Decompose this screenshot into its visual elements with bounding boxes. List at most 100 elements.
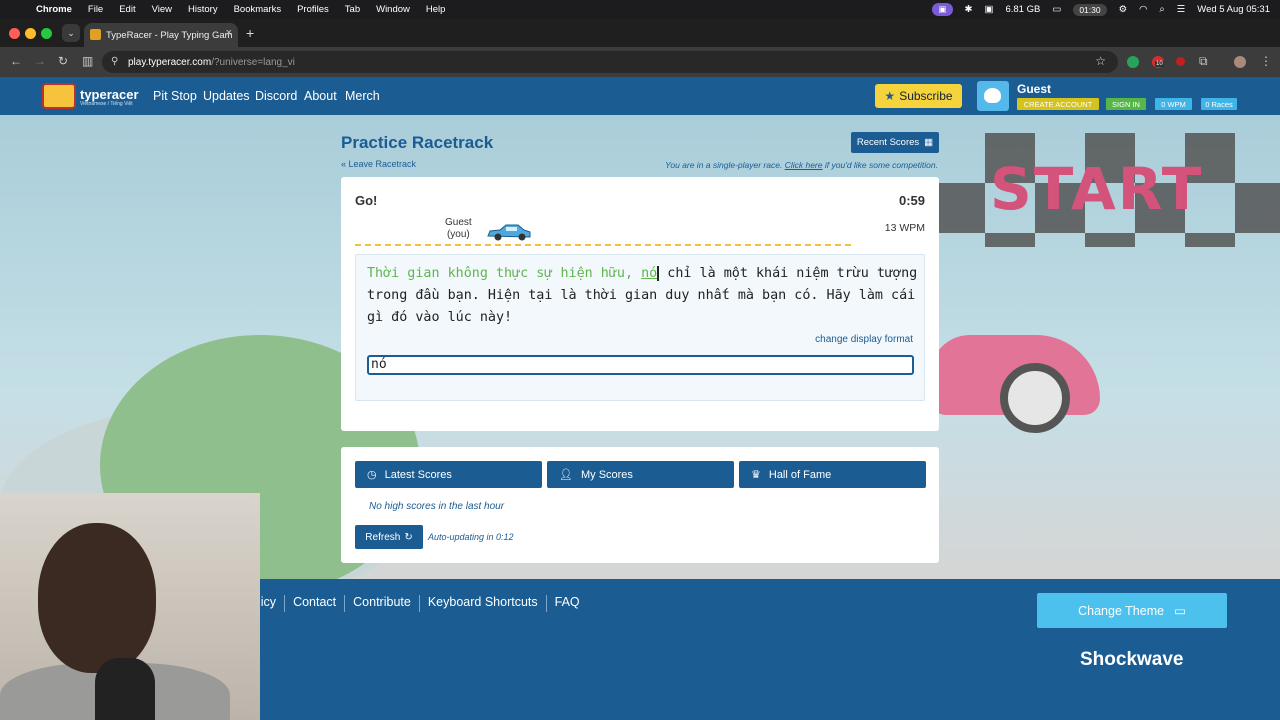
clock-icon: ◷ (367, 469, 377, 481)
typing-input[interactable]: nó (367, 355, 914, 375)
menu-view[interactable]: View (152, 4, 172, 15)
browser-tab-typeracer[interactable]: TypeRacer - Play Typing Gam × (84, 23, 238, 47)
tab-hall-of-fame[interactable]: ♛ Hall of Fame (739, 461, 926, 488)
tab-hall-of-fame-label: Hall of Fame (768, 468, 832, 481)
menu-help[interactable]: Help (426, 4, 446, 15)
timer-pill[interactable]: 01:30 (1073, 3, 1107, 16)
tab-title: TypeRacer - Play Typing Gam (106, 29, 233, 41)
search-icon[interactable]: ⌕ (1159, 4, 1164, 15)
address-bar[interactable]: ⚲ play.typeracer.com/?universe=lang_vi ☆ (102, 51, 1118, 73)
url-path: /?universe=lang_vi (211, 56, 295, 68)
tab-latest-scores[interactable]: ◷ Latest Scores (355, 461, 542, 488)
no-scores-message: No high scores in the last hour (369, 501, 505, 512)
logo-text[interactable]: typeracer (80, 87, 139, 102)
guest-username[interactable]: Guest (1017, 82, 1051, 96)
monitor-icon: ▭ (1174, 604, 1186, 618)
racer-label: Guest (you) (445, 217, 472, 240)
browser-tabstrip: ⌄ TypeRacer - Play Typing Gam × + (0, 19, 1280, 47)
reload-icon[interactable]: ↻ (58, 54, 68, 68)
tab-latest-scores-label: Latest Scores (384, 468, 452, 481)
nav-updates[interactable]: Updates (203, 89, 250, 103)
new-tab-icon[interactable]: + (246, 25, 254, 41)
page-title: Practice Racetrack (341, 133, 494, 152)
change-display-format-link[interactable]: change display format (815, 334, 913, 345)
race-passage: Thời gian không thực sự hiện hữu, nó chỉ… (367, 263, 919, 329)
control-center-icon[interactable]: ☰ (1177, 4, 1186, 15)
leave-racetrack-link[interactable]: « Leave Racetrack (341, 159, 416, 169)
typeracer-logo-icon[interactable] (42, 83, 76, 109)
webcam-person-face (38, 523, 156, 673)
racer-car-icon (487, 224, 531, 241)
star-icon: ★ (884, 89, 896, 103)
typeracer-favicon-icon (90, 29, 101, 40)
menu-file[interactable]: File (88, 4, 103, 15)
competition-link[interactable]: Click here (785, 160, 823, 170)
menu-app-name[interactable]: Chrome (36, 4, 72, 15)
guest-avatar[interactable] (977, 81, 1009, 111)
background-car-wheel (1000, 363, 1070, 433)
race-status: Go! (355, 193, 378, 208)
typing-panel: Thời gian không thực sự hiện hữu, nó chỉ… (355, 254, 925, 401)
race-panel: Go! 0:59 Guest (you) 13 WPM Thời gian kh… (341, 177, 939, 431)
scores-panel: ◷ Latest Scores 👤︎ My Scores ♛ Hall of F… (341, 447, 939, 563)
bookmark-star-icon[interactable]: ☆ (1095, 54, 1106, 68)
refresh-label: Refresh (365, 531, 401, 543)
footer-divider (545, 595, 547, 612)
footer-links: licy Contact Contribute Keyboard Shortcu… (258, 595, 580, 612)
change-theme-button[interactable]: Change Theme ▭ (1037, 593, 1227, 628)
profile-avatar-icon[interactable] (1234, 56, 1246, 68)
footer-divider (344, 595, 346, 612)
extensions-puzzle-icon[interactable]: ⧉ (1199, 54, 1208, 69)
race-wpm: 13 WPM (884, 222, 925, 234)
wifi-icon[interactable]: ◠ (1139, 4, 1147, 15)
footer-link-contact[interactable]: Contact (293, 595, 336, 612)
sign-in-button[interactable]: SIGN IN (1106, 98, 1146, 110)
tab-search-icon[interactable]: ⌄ (62, 24, 80, 42)
screen-record-icon[interactable]: ▣ (932, 3, 953, 16)
menu-window[interactable]: Window (376, 4, 410, 15)
tab-my-scores[interactable]: 👤︎ My Scores (547, 461, 734, 488)
menu-profiles[interactable]: Profiles (297, 4, 329, 15)
tab-my-scores-label: My Scores (580, 468, 633, 481)
memory-icon: ▣ (984, 4, 994, 15)
footer-link-contribute[interactable]: Contribute (353, 595, 411, 612)
footer-link-faq[interactable]: FAQ (555, 595, 580, 612)
bluetooth-icon[interactable]: ✱ (965, 4, 973, 15)
nav-discord[interactable]: Discord (255, 89, 297, 103)
memory-readout[interactable]: 6.81 GB (1005, 4, 1040, 15)
close-tab-icon[interactable]: × (226, 27, 232, 39)
footer-divider (284, 595, 286, 612)
subscribe-button[interactable]: ★ Subscribe (875, 84, 962, 108)
recent-scores-button[interactable]: Recent Scores ▦ (851, 132, 939, 153)
close-window-button[interactable] (9, 28, 20, 39)
race-track-line (355, 244, 851, 246)
browser-toolbar: ← → ↻ ▥ ⚲ play.typeracer.com/?universe=l… (0, 47, 1280, 77)
site-info-icon[interactable]: ⚲ (111, 56, 118, 67)
maximize-window-button[interactable] (41, 28, 52, 39)
clock[interactable]: Wed 5 Aug 05:31 (1197, 4, 1270, 15)
url-host: play.typeracer.com (128, 56, 212, 68)
minimize-window-button[interactable] (25, 28, 36, 39)
nav-pit-stop[interactable]: Pit Stop (153, 89, 197, 103)
recording-extension-icon[interactable] (1176, 57, 1185, 66)
battery-icon[interactable]: ▭ (1052, 4, 1061, 15)
sidebar-icon[interactable]: ▥ (82, 54, 93, 68)
nav-merch[interactable]: Merch (345, 89, 380, 103)
forward-icon[interactable]: → (34, 54, 46, 68)
subscribe-label: Subscribe (899, 89, 953, 103)
create-account-button[interactable]: CREATE ACCOUNT (1017, 98, 1099, 110)
menu-edit[interactable]: Edit (119, 4, 135, 15)
menu-history[interactable]: History (188, 4, 218, 15)
menu-tab[interactable]: Tab (345, 4, 360, 15)
shockwave-logo[interactable]: Shockwave (1080, 649, 1184, 671)
single-player-notice: You are in a single-player race. Click h… (665, 160, 938, 170)
nav-about[interactable]: About (304, 89, 337, 103)
grammarly-extension-icon[interactable] (1127, 56, 1139, 68)
footer-link-keyboard-shortcuts[interactable]: Keyboard Shortcuts (428, 595, 538, 612)
chrome-menu-icon[interactable]: ⋮ (1260, 54, 1272, 68)
back-icon[interactable]: ← (10, 54, 22, 68)
menu-bookmarks[interactable]: Bookmarks (234, 4, 282, 15)
footer-link-policy[interactable]: licy (258, 595, 276, 612)
refresh-button[interactable]: Refresh ↻ (355, 525, 423, 549)
control-icon[interactable]: ⚙ (1119, 4, 1128, 15)
